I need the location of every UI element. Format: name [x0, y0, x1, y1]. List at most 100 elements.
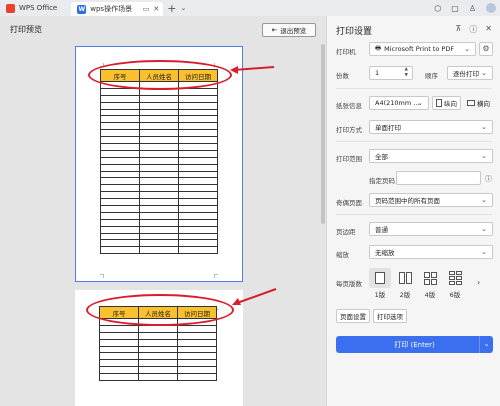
table-row — [100, 156, 218, 165]
table-cell — [139, 218, 179, 227]
range-value: 全部 — [375, 153, 388, 161]
order-select[interactable]: 逐份打印 ⌄ — [447, 66, 493, 80]
table-row — [100, 239, 218, 248]
odd-even-select[interactable]: 页码范围中的所有页面 ⌄ — [369, 193, 493, 207]
table-cell — [139, 149, 179, 158]
table-cell — [178, 156, 218, 165]
table-row — [100, 205, 218, 213]
printer-select[interactable]: 🖶 Microsoft Print to PDF ⌄ — [369, 42, 476, 56]
print-dropdown-chevron-icon[interactable]: ⌄ — [479, 336, 493, 353]
table-cell — [139, 170, 179, 179]
table-row — [100, 211, 218, 220]
table-cell — [139, 115, 179, 124]
table-cell — [178, 108, 218, 117]
print-options-button[interactable]: 打印选项 — [373, 309, 407, 323]
table-cell — [178, 177, 218, 186]
pps-option-4[interactable]: 4版 — [419, 268, 441, 299]
document-tab[interactable]: W wps操作场景 ▭ ✕ — [71, 2, 164, 16]
table-cell — [100, 143, 140, 151]
monitor-icon[interactable]: ▭ — [143, 5, 150, 13]
table-cell — [100, 129, 140, 138]
paper-select[interactable]: A4(210mm ... ⌄ — [369, 96, 429, 110]
annotation-arrow — [230, 66, 275, 74]
table-cell — [100, 246, 140, 255]
table-cell — [178, 198, 218, 207]
copies-stepper[interactable]: 1 ▲ ▼ — [369, 66, 413, 80]
chevron-right-icon[interactable]: › — [477, 278, 480, 287]
table-row — [100, 149, 218, 158]
margin-select[interactable]: 普通 ⌄ — [369, 222, 493, 236]
table-cell — [178, 205, 218, 213]
table-cell — [138, 331, 178, 340]
table-cell — [178, 163, 218, 172]
scale-value: 无缩放 — [375, 249, 395, 257]
pages-per-sheet-label: 每页版数 — [336, 280, 362, 288]
panel-title: 打印设置 — [336, 27, 373, 37]
specify-pages-input[interactable] — [396, 171, 481, 185]
odd-even-label: 奇偶页面 — [336, 199, 362, 207]
table-cell — [139, 101, 179, 110]
new-tab-chevron-icon[interactable]: ⌄ — [180, 4, 186, 12]
scrollbar-thumb[interactable] — [321, 44, 325, 224]
table-row — [100, 143, 218, 151]
table-cell — [178, 101, 218, 110]
scale-label: 缩放 — [336, 251, 349, 259]
box-icon[interactable]: ▢ — [451, 4, 459, 13]
table-cell — [178, 87, 218, 96]
range-label: 打印范围 — [336, 155, 362, 163]
divider — [336, 214, 492, 215]
portrait-button[interactable]: 纵向 — [432, 96, 461, 110]
printer-settings-icon[interactable]: ⚙ — [479, 42, 493, 56]
table-cell — [99, 373, 139, 382]
table-row — [99, 338, 217, 347]
table-cell — [138, 324, 178, 333]
wps-logo-icon — [6, 3, 15, 13]
table-cell — [100, 156, 140, 165]
table-cell — [178, 115, 218, 124]
table-row — [100, 232, 218, 241]
table-cell — [100, 170, 140, 179]
printer-value: Microsoft Print to PDF — [384, 45, 455, 53]
landscape-label: 横向 — [477, 100, 490, 108]
annotation-ellipse — [86, 294, 234, 326]
table-cell — [178, 211, 218, 220]
range-select[interactable]: 全部 ⌄ — [369, 149, 493, 163]
cube-icon[interactable]: ⬡ — [434, 4, 441, 13]
table-cell — [139, 108, 179, 117]
shirt-icon[interactable]: ♙ — [469, 4, 476, 13]
close-tab-icon[interactable]: ✕ — [153, 5, 159, 13]
table-row — [99, 352, 217, 361]
app-tab[interactable]: WPS Office — [0, 0, 63, 16]
table-cell — [100, 211, 140, 220]
table-cell — [138, 366, 178, 375]
table-row — [100, 246, 218, 255]
print-button[interactable]: 打印 (Enter) ⌄ — [336, 336, 493, 353]
pps-option-2[interactable]: 2版 — [394, 268, 416, 299]
table-cell — [178, 246, 218, 255]
new-tab-plus-icon[interactable]: + — [167, 2, 176, 15]
portrait-icon — [436, 99, 442, 107]
avatar[interactable] — [486, 3, 496, 13]
divider — [336, 88, 492, 89]
chevron-down-icon: ⌄ — [481, 196, 487, 204]
close-panel-icon[interactable]: ✕ — [485, 24, 492, 35]
stepper-arrows-icon[interactable]: ▲ ▼ — [405, 67, 408, 79]
exit-preview-icon: ⇤ — [271, 26, 278, 34]
landscape-button[interactable]: 横向 — [464, 96, 493, 110]
table-cell — [100, 184, 140, 193]
info-icon[interactable]: ⓘ — [469, 24, 477, 35]
print-mode-select[interactable]: 单面打印 ⌄ — [369, 120, 493, 134]
table-cell — [138, 352, 178, 361]
table-cell — [100, 177, 140, 186]
pps-option-1[interactable]: 1版 — [369, 268, 391, 299]
scale-select[interactable]: 无缩放 ⌄ — [369, 245, 493, 259]
help-icon[interactable]: ⓘ — [485, 174, 492, 184]
table-row — [100, 163, 218, 172]
order-label: 顺序 — [425, 72, 438, 80]
pin-icon[interactable]: ⊼ — [455, 24, 461, 35]
preview-scrollbar[interactable] — [320, 16, 326, 406]
exit-preview-button[interactable]: ⇤ 退出预览 — [262, 23, 316, 37]
pps-option-6[interactable]: 6版 — [444, 268, 466, 299]
page-setup-button[interactable]: 页面设置 — [336, 309, 370, 323]
table-cell — [139, 163, 179, 172]
